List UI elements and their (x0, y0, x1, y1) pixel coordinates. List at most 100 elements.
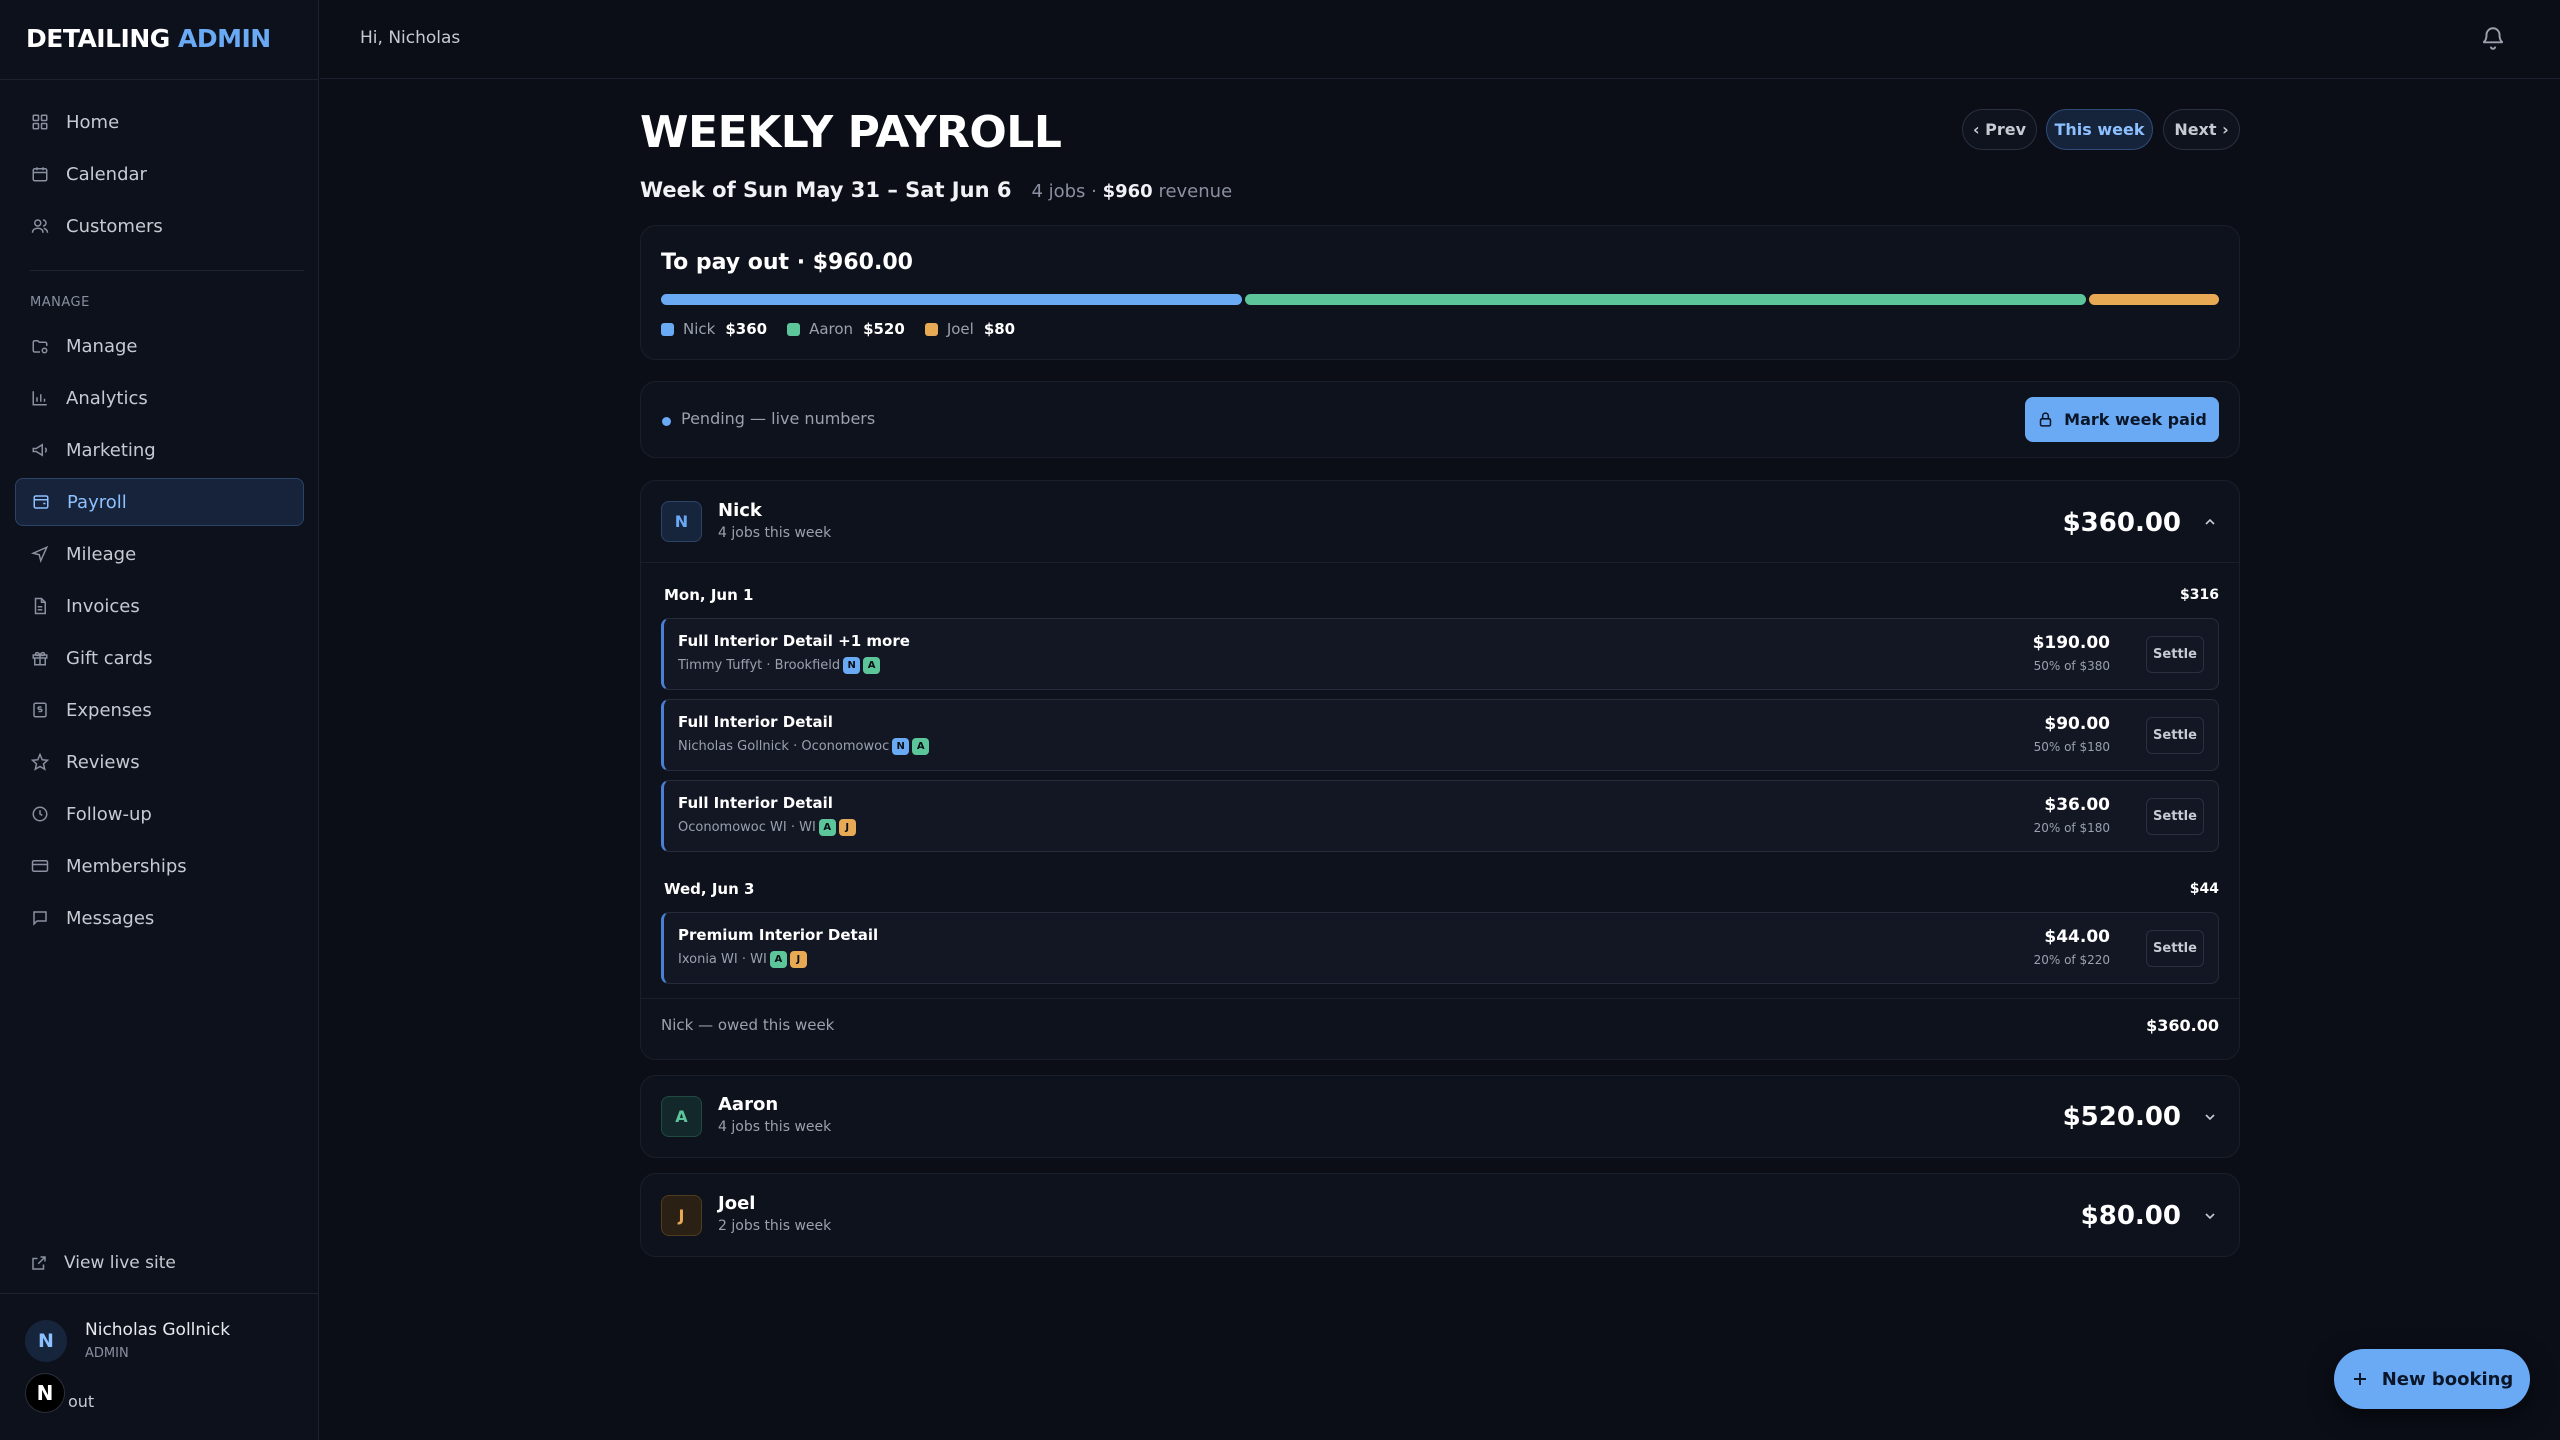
sidebar-item-label: Gift cards (66, 647, 153, 669)
sidebar-item-mileage[interactable]: Mileage (15, 530, 304, 578)
sidebar-item-calendar[interactable]: Calendar (15, 150, 304, 198)
avatar[interactable]: N (25, 1320, 67, 1362)
employee-total: $520.00 (2062, 1102, 2181, 1132)
employee-name: Aaron (718, 1094, 779, 1115)
sidebar-item-gift-cards[interactable]: Gift cards (15, 634, 304, 682)
day-heading: Wed, Jun 3 (664, 880, 755, 898)
job-amount: $44.00 (2044, 927, 2110, 947)
sidebar-item-label: Follow-up (66, 803, 152, 825)
settle-button[interactable]: Settle (2146, 636, 2204, 673)
sidebar-item-manage[interactable]: Manage (15, 322, 304, 370)
sidebar-item-label: Expenses (66, 699, 152, 721)
employee-card-aaron[interactable]: A Aaron 4 jobs this week $520.00 (640, 1075, 2240, 1158)
framework-badge[interactable]: N (25, 1373, 65, 1413)
payout-card: To pay out · $960.00 Nick $360 Aaron $52… (640, 225, 2240, 360)
sidebar-item-invoices[interactable]: Invoices (15, 582, 304, 630)
gift-icon (32, 651, 48, 666)
sidebar-item-customers[interactable]: Customers (15, 202, 304, 250)
job-share: 50% of $380 (2033, 659, 2110, 673)
status-dot (662, 417, 671, 426)
sidebar-item-home[interactable]: Home (15, 98, 304, 146)
settle-button[interactable]: Settle (2146, 798, 2204, 835)
grid-icon (32, 114, 48, 130)
job-row: Full Interior Detail Oconomowoc WI · WI … (661, 780, 2219, 852)
staff-chip: J (789, 951, 807, 968)
divider (641, 998, 2239, 999)
this-week-button[interactable]: This week (2046, 109, 2153, 150)
file-icon (34, 597, 46, 615)
employee-card-nick: N Nick 4 jobs this week $360.00 Mon, Jun… (640, 480, 2240, 1060)
message-icon (33, 911, 47, 926)
sidebar-item-memberships[interactable]: Memberships (15, 842, 304, 890)
payout-legend: Nick $360 Aaron $520 Joel $80 (661, 320, 1035, 338)
payout-bar-segment-aaron (1245, 294, 2087, 305)
legend-name: Joel (946, 320, 974, 338)
status-card: Pending — live numbers Mark week paid (640, 381, 2240, 458)
sidebar-item-label: Payroll (67, 491, 127, 513)
calendar-icon (32, 167, 48, 182)
settle-button[interactable]: Settle (2146, 930, 2204, 967)
job-share: 20% of $220 (2033, 953, 2110, 967)
sidebar-item-label: Home (66, 111, 120, 133)
navigation-icon (31, 545, 49, 563)
legend-swatch-aaron (787, 322, 801, 336)
view-live-site-label: View live site (64, 1253, 176, 1273)
avatar: N (661, 501, 702, 542)
legend-amount: $80 (983, 320, 1016, 338)
job-customer: Timmy Tuffyt · Brookfield (678, 658, 841, 673)
job-customer: Nicholas Gollnick · Oconomowoc (678, 739, 890, 754)
legend-name: Nick (683, 320, 716, 338)
jobs-count: 4 jobs · (1031, 181, 1097, 202)
staff-chip: A (818, 819, 836, 836)
sidebar-item-follow-up[interactable]: Follow-up (15, 790, 304, 838)
legend-swatch-joel (924, 322, 938, 336)
clock-icon (32, 806, 48, 822)
brand-logo[interactable]: DETAILING ADMIN (26, 24, 271, 53)
owed-label: Nick — owed this week (661, 1016, 835, 1034)
greeting: Hi, Nicholas (360, 28, 461, 48)
sidebar-item-label: Messages (66, 907, 155, 929)
chevron-down-icon[interactable] (2202, 1109, 2218, 1125)
view-live-site-link[interactable]: View live site (30, 1253, 176, 1273)
job-title: Full Interior Detail (678, 713, 833, 731)
external-link-icon (32, 1256, 46, 1270)
employee-jobs: 4 jobs this week (718, 1119, 832, 1135)
sidebar-item-reviews[interactable]: Reviews (15, 738, 304, 786)
sidebar-item-expenses[interactable]: Expenses (15, 686, 304, 734)
payout-title: To pay out · $960.00 (661, 250, 913, 275)
lock-icon (2039, 412, 2052, 427)
owed-amount: $360.00 (2146, 1016, 2219, 1035)
divider (30, 270, 304, 271)
new-booking-button[interactable]: New booking (2334, 1349, 2530, 1409)
legend-amount: $360 (725, 320, 768, 338)
chevron-up-icon[interactable] (2202, 514, 2218, 530)
prev-week-button[interactable]: ‹ Prev (1962, 109, 2037, 150)
sidebar-item-payroll[interactable]: Payroll (15, 478, 304, 526)
sidebar-item-label: Manage (66, 335, 138, 357)
next-week-button[interactable]: Next › (2163, 109, 2240, 150)
sidebar-item-analytics[interactable]: Analytics (15, 374, 304, 422)
brand-accent: ADMIN (178, 24, 271, 53)
job-subtitle: Timmy Tuffyt · Brookfield N A (678, 657, 881, 674)
job-share: 20% of $180 (2033, 821, 2110, 835)
revenue-word: revenue (1158, 181, 1233, 202)
logout-link[interactable]: out (68, 1392, 94, 1411)
legend-swatch-nick (661, 322, 674, 336)
chevron-down-icon[interactable] (2202, 1208, 2218, 1224)
sidebar-item-marketing[interactable]: Marketing (15, 426, 304, 474)
payout-bar-segment-nick (661, 294, 1243, 305)
employee-jobs: 4 jobs this week (718, 525, 832, 541)
employee-name: Nick (718, 500, 762, 521)
employee-name: Joel (718, 1193, 756, 1214)
job-customer: Ixonia WI · WI (678, 952, 767, 967)
sidebar-item-messages[interactable]: Messages (15, 894, 304, 942)
sidebar-item-label: Analytics (66, 387, 148, 409)
employee-card-joel[interactable]: J Joel 2 jobs this week $80.00 (640, 1173, 2240, 1257)
bell-icon[interactable] (2480, 25, 2506, 51)
week-meta: 4 jobs · $960 revenue (1031, 181, 1232, 202)
staff-chip: N (843, 657, 861, 674)
settle-button[interactable]: Settle (2146, 717, 2204, 754)
section-label-manage: MANAGE (30, 295, 90, 310)
job-subtitle: Ixonia WI · WI A J (678, 951, 807, 968)
mark-week-paid-button[interactable]: Mark week paid (2025, 397, 2219, 442)
